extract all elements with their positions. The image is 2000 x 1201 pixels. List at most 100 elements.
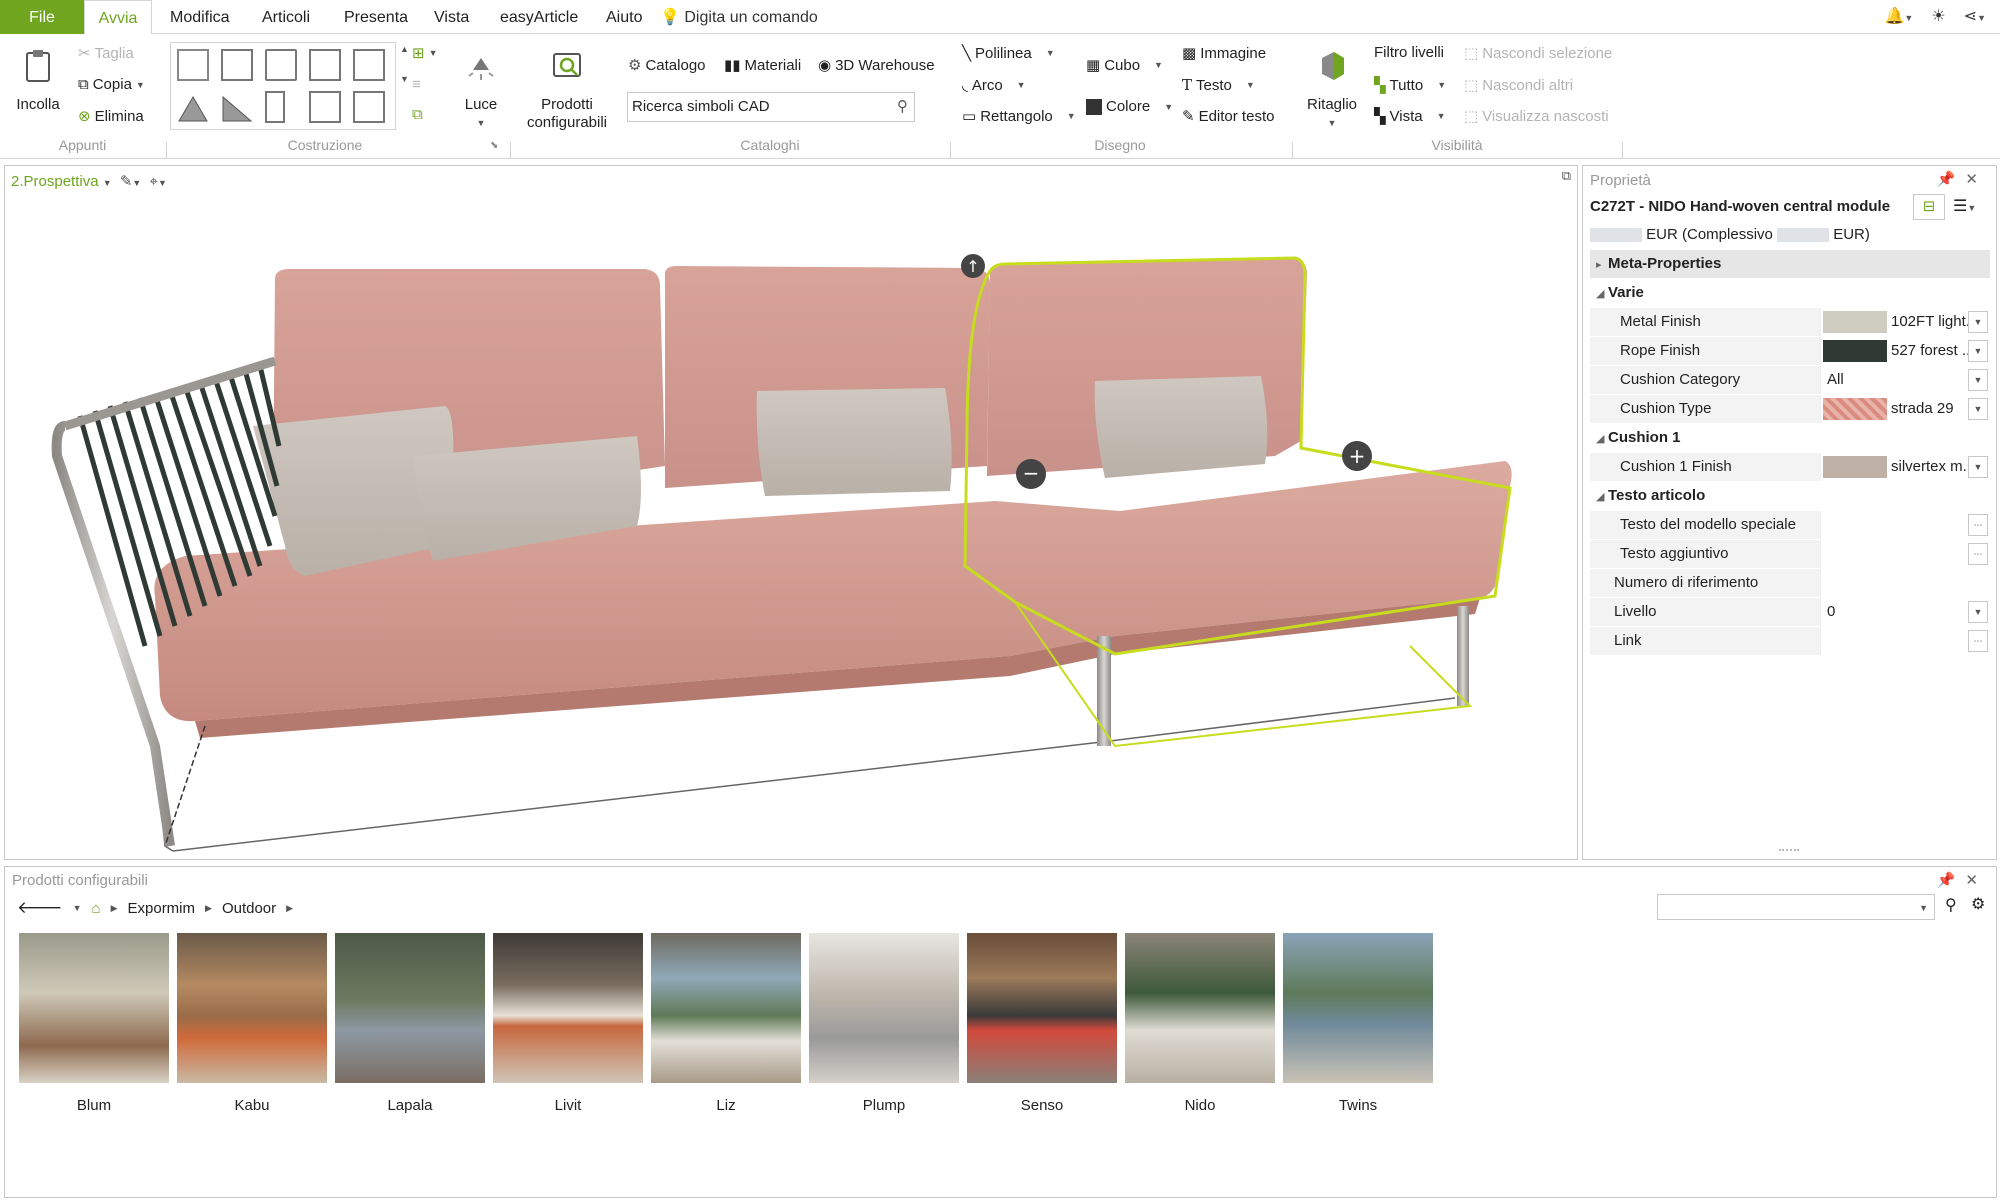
image-button[interactable]: ▩ Immagine	[1182, 44, 1266, 63]
room-icon[interactable]	[221, 49, 253, 81]
level-filter-button[interactable]: Filtro livelli	[1374, 44, 1444, 61]
ref-number-field[interactable]	[1820, 569, 1990, 597]
back-arrow-icon[interactable]: 🡐	[17, 898, 63, 918]
pin-icon[interactable]: 📌	[1937, 872, 1966, 889]
polyline-button[interactable]: ╲ Polilinea ▼	[962, 44, 1055, 63]
door-icon[interactable]	[265, 49, 297, 81]
breadcrumb-outdoor[interactable]: Outdoor	[222, 900, 276, 917]
tell-me[interactable]: 💡 Digita un comando	[660, 0, 818, 34]
color-button[interactable]: Colore ▼	[1086, 98, 1173, 115]
text-button[interactable]: T Testo ▼	[1182, 76, 1255, 94]
section-testo-articolo[interactable]: ◢ Testo articolo	[1590, 482, 1990, 510]
clip-button[interactable]: Ritaglio ▼	[1300, 48, 1364, 130]
sun-icon[interactable]: ☀	[1931, 6, 1945, 26]
copy-button[interactable]: ⧉ Copia ▼	[78, 76, 145, 93]
special-text-field[interactable]: ⋯	[1820, 511, 1990, 539]
cad-search-input[interactable]: Ricerca simboli CAD ⚲	[627, 92, 915, 122]
chevron-down-icon[interactable]: ▼	[1968, 369, 1988, 391]
product-liz[interactable]: Liz	[651, 933, 801, 1114]
breadcrumb-expormim[interactable]: Expormim	[128, 900, 196, 917]
paste-button[interactable]: Incolla	[12, 48, 64, 113]
cushion-1-finish-select[interactable]: silvertex m... ▼	[1820, 453, 1990, 481]
cube-button[interactable]: ▦ Cubo ▼	[1086, 56, 1163, 75]
product-kabu[interactable]: Kabu	[177, 933, 327, 1114]
slope-icon[interactable]	[221, 91, 253, 123]
gallery-scroll-down[interactable]: ▼	[400, 74, 409, 84]
cushion-category-select[interactable]: All ▼	[1820, 366, 1990, 394]
text-editor-button[interactable]: ✎ Editor testo	[1182, 107, 1274, 126]
chevron-down-icon[interactable]: ▼	[1968, 601, 1988, 623]
bell-icon[interactable]: 🔔▼	[1884, 6, 1913, 26]
configurable-products-button[interactable]: Prodotti configurabili	[520, 48, 614, 132]
rope-finish-select[interactable]: 527 forest ... ▼	[1820, 337, 1990, 365]
metal-finish-select[interactable]: 102FT light... ▼	[1820, 308, 1990, 336]
product-blum[interactable]: Blum	[19, 933, 169, 1114]
list-icon[interactable]	[353, 91, 385, 123]
section-meta-properties[interactable]: ▸ Meta-Properties	[1590, 250, 1990, 278]
close-icon[interactable]: ✕	[1965, 171, 1988, 188]
chevron-down-icon[interactable]: ▼	[1968, 456, 1988, 478]
stairs-icon[interactable]	[309, 91, 341, 123]
resize-grip[interactable]	[1779, 849, 1799, 853]
chevron-down-icon[interactable]: ▼	[1968, 311, 1988, 333]
product-livit[interactable]: Livit	[493, 933, 643, 1114]
roof-icon[interactable]	[177, 91, 209, 123]
show-all-button[interactable]: ▚ Tutto ▼	[1374, 76, 1446, 95]
delete-button[interactable]: ⊗ Elimina	[78, 107, 144, 126]
column-icon[interactable]	[265, 91, 285, 123]
product-plump[interactable]: Plump	[809, 933, 959, 1114]
product-senso[interactable]: Senso	[967, 933, 1117, 1114]
3d-viewport[interactable]: 2.Prospettiva ▼ ✎▼ ⌖▼ ⧉ ↑ − +	[4, 165, 1578, 860]
add-element-icon[interactable]: ⊞ ▼	[412, 44, 438, 62]
light-button[interactable]: Luce ▼	[456, 48, 506, 130]
share-icon[interactable]: ⋖▼	[1964, 6, 1986, 26]
product-twins[interactable]: Twins	[1283, 933, 1433, 1114]
materials-button[interactable]: ▮▮ Materiali	[724, 56, 801, 75]
extra-text-field[interactable]: ⋯	[1820, 540, 1990, 568]
tab-easyarticle[interactable]: easyArticle	[490, 0, 588, 34]
tab-avvia[interactable]: Avvia	[84, 0, 152, 35]
more-icon[interactable]: ⋯	[1968, 630, 1988, 652]
tab-file[interactable]: File	[0, 0, 84, 34]
gear-icon[interactable]: ⚙	[1971, 894, 1985, 914]
section-cushion-1[interactable]: ◢ Cushion 1	[1590, 424, 1990, 452]
tab-articoli[interactable]: Articoli	[252, 0, 320, 34]
arc-button[interactable]: ◟ Arco ▼	[962, 76, 1026, 95]
hide-others-button[interactable]: ⬚ Nascondi altri	[1464, 76, 1573, 95]
construction-gallery[interactable]	[170, 42, 396, 130]
arrange-icon[interactable]: ≡	[412, 76, 421, 93]
product-lapala[interactable]: Lapala	[335, 933, 485, 1114]
level-select[interactable]: 0 ▼	[1820, 598, 1990, 626]
search-icon[interactable]: ⚲	[1945, 895, 1957, 915]
product-nido[interactable]: Nido	[1125, 933, 1275, 1114]
remove-module-handle[interactable]: −	[1016, 459, 1046, 489]
chevron-down-icon[interactable]: ▼	[1968, 398, 1988, 420]
window-icon[interactable]	[309, 49, 341, 81]
move-up-handle[interactable]: ↑	[961, 254, 985, 278]
tab-presenta[interactable]: Presenta	[334, 0, 418, 34]
frame-icon[interactable]	[353, 49, 385, 81]
chevron-down-icon[interactable]: ▼	[1968, 340, 1988, 362]
tab-modifica[interactable]: Modifica	[160, 0, 240, 34]
hide-selection-button[interactable]: ⬚ Nascondi selezione	[1464, 44, 1612, 63]
cushion-type-select[interactable]: strada 29 ▼	[1820, 395, 1990, 423]
link-field[interactable]: ⋯	[1820, 627, 1990, 655]
menu-icon[interactable]: ☰▼	[1953, 196, 1976, 216]
wall-grid-icon[interactable]	[177, 49, 209, 81]
cut-button[interactable]: ✂ Taglia	[78, 44, 134, 63]
rectangle-button[interactable]: ▭ Rettangolo ▼	[962, 107, 1076, 126]
view-button[interactable]: ▚ Vista ▼	[1374, 107, 1446, 126]
sofa-render[interactable]: ↑ − +	[5, 166, 1578, 860]
product-search-input[interactable]: ▼	[1657, 894, 1935, 920]
add-module-handle[interactable]: +	[1342, 441, 1372, 471]
gallery-scroll-up[interactable]: ▲	[400, 44, 409, 54]
search-icon[interactable]: ⚲	[897, 93, 908, 121]
more-icon[interactable]: ⋯	[1968, 514, 1988, 536]
pin-icon[interactable]: 📌	[1937, 171, 1966, 188]
section-varie[interactable]: ◢ Varie	[1590, 279, 1990, 307]
tree-view-icon[interactable]: ⊟	[1913, 194, 1945, 220]
group-icon[interactable]: ⧉	[412, 106, 423, 123]
home-icon[interactable]: ⌂	[92, 900, 101, 917]
tab-aiuto[interactable]: Aiuto	[596, 0, 652, 34]
show-hidden-button[interactable]: ⬚ Visualizza nascosti	[1464, 107, 1609, 126]
